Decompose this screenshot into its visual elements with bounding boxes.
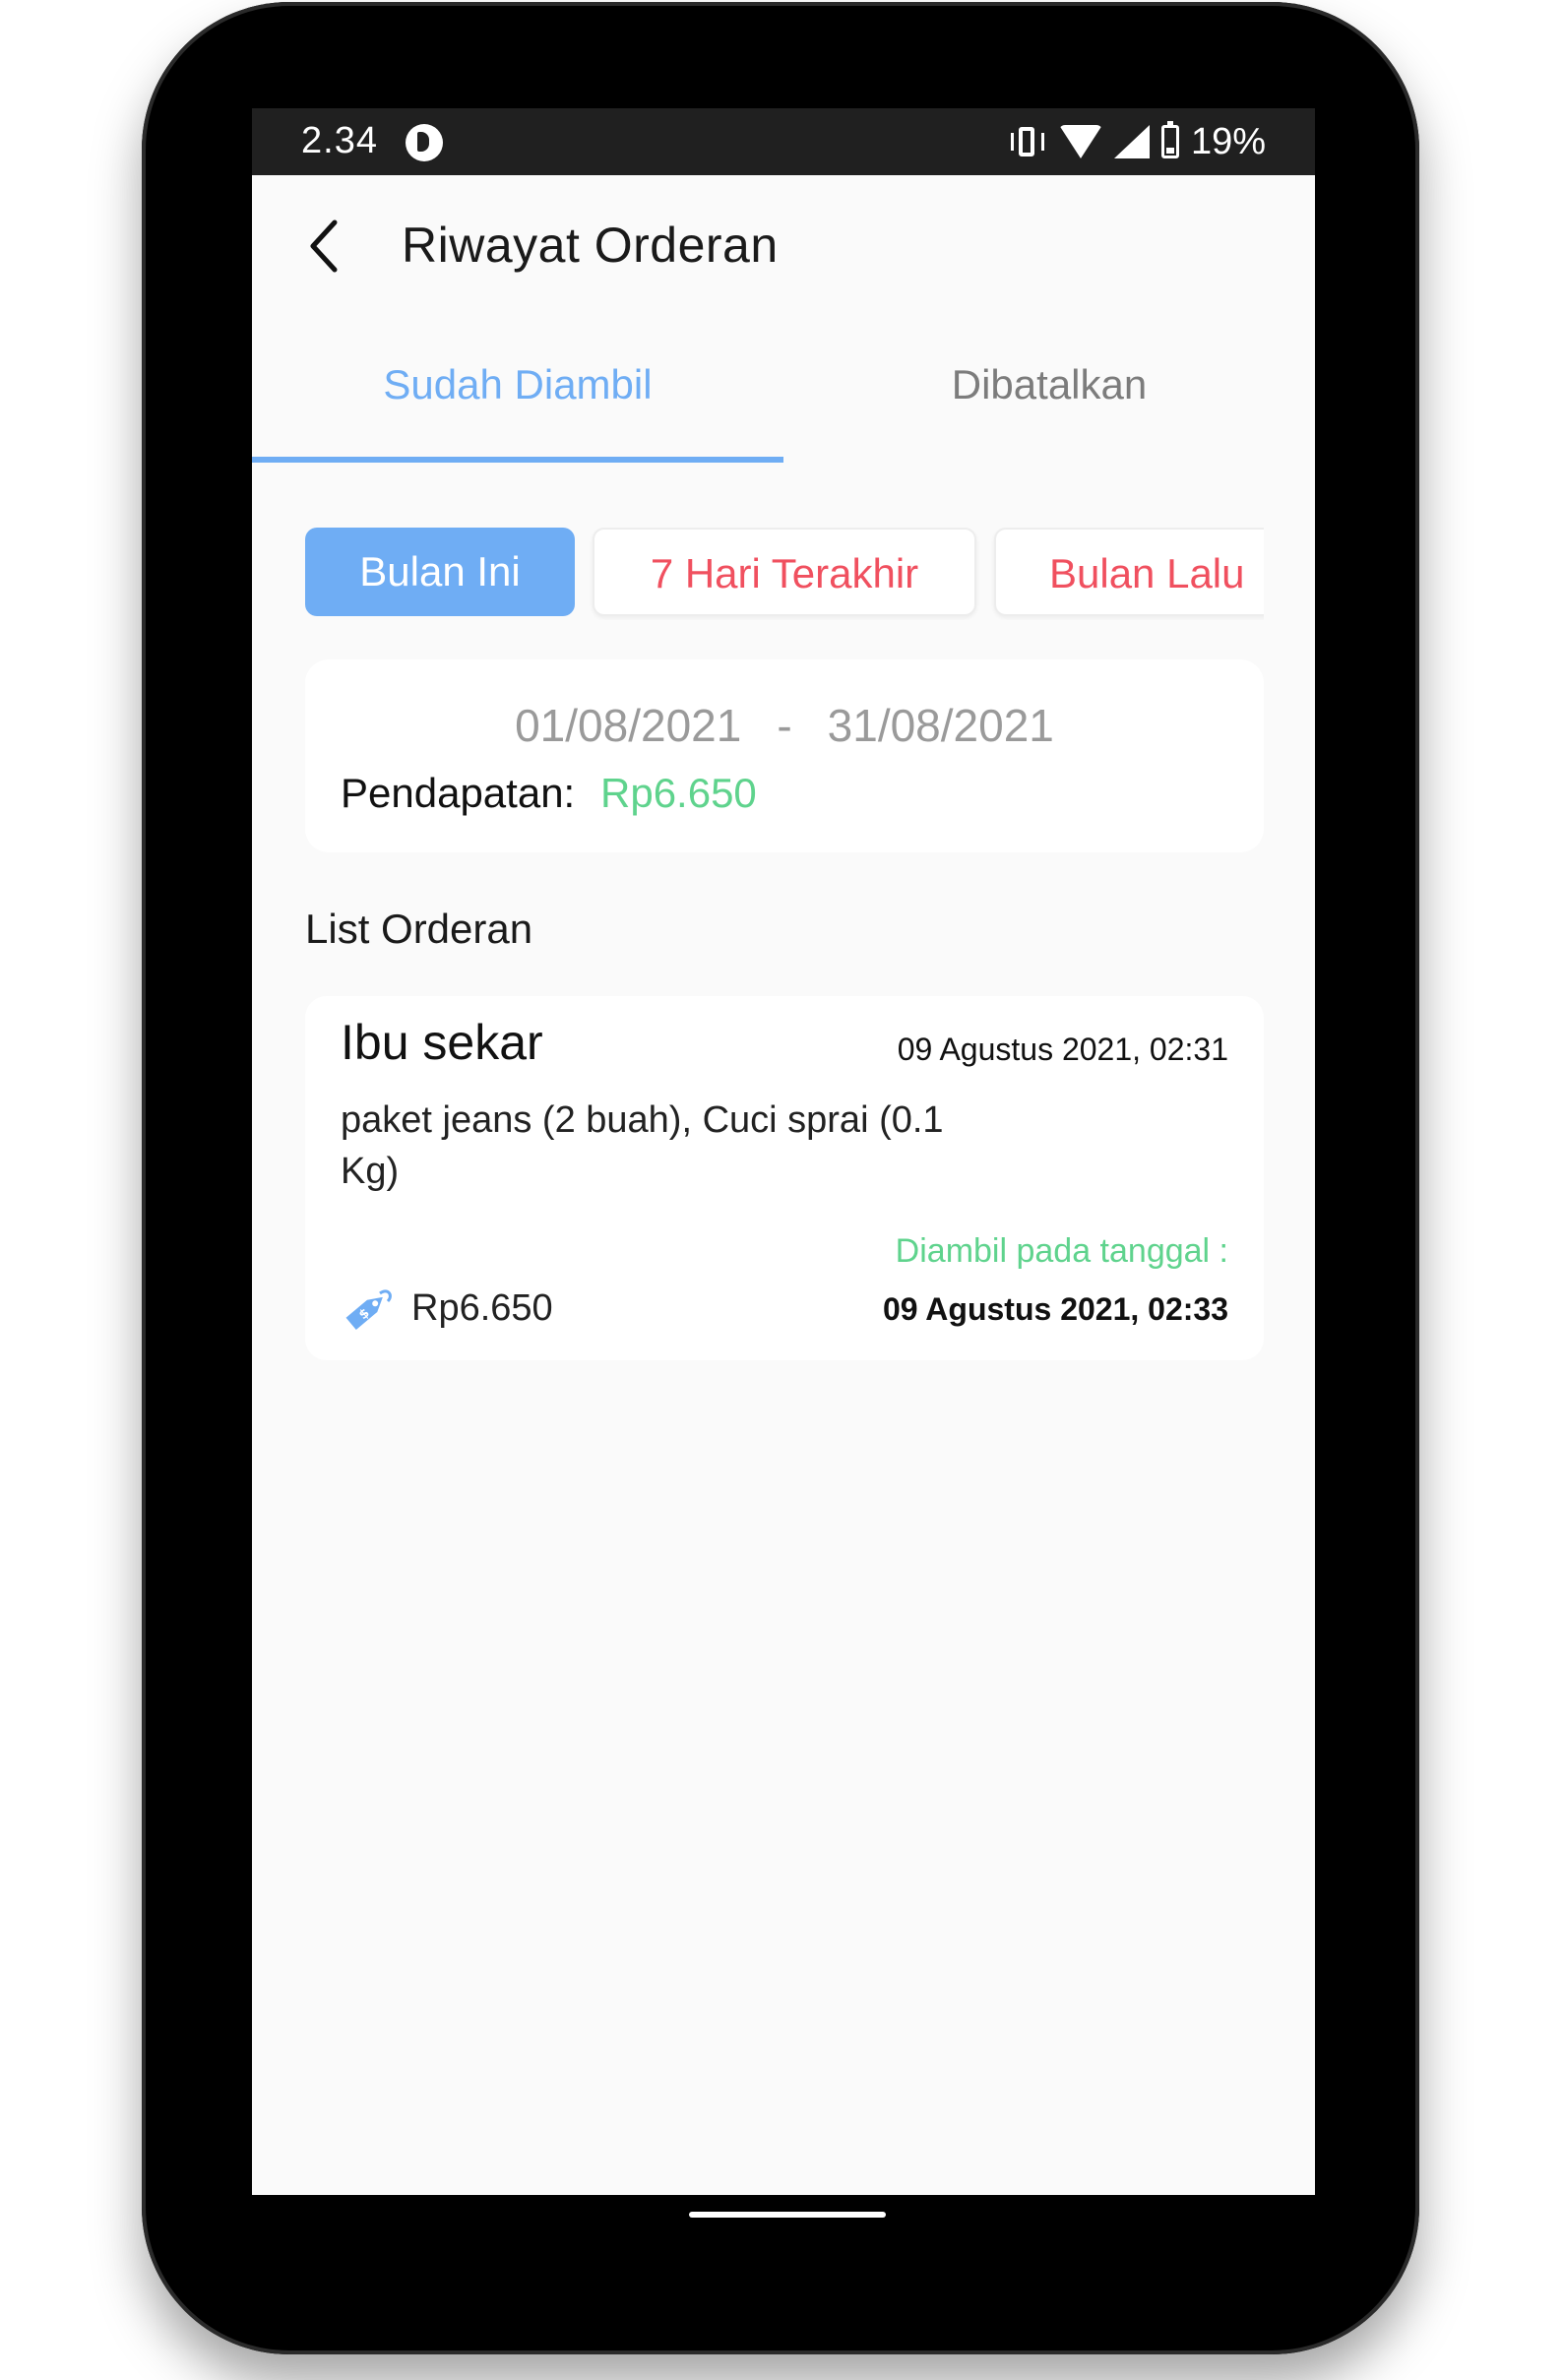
wifi-icon [1058, 125, 1102, 158]
signal-icon [1113, 125, 1150, 158]
tab-dibatalkan[interactable]: Dibatalkan [783, 335, 1315, 453]
status-bar: 2.34 19% [252, 108, 1315, 175]
home-indicator[interactable] [689, 2212, 886, 2218]
date-to: 31/08/2021 [827, 700, 1054, 751]
order-customer-name: Ibu sekar [341, 1015, 543, 1070]
battery-percentage: 19% [1190, 120, 1266, 162]
order-items: paket jeans (2 buah), Cuci sprai (0.1 Kg… [341, 1099, 944, 1192]
active-tab-indicator [252, 457, 783, 463]
order-list-title: List Orderan [305, 906, 533, 952]
order-date: 09 Agustus 2021, 02:31 [897, 1032, 1228, 1067]
app-notification-icon [406, 124, 443, 161]
app-screen: 2.34 19% Riwayat Orderan Sudah Diambil D… [252, 108, 1315, 2195]
vibrate-icon [1008, 127, 1047, 157]
status-icons: 19% [1008, 118, 1266, 165]
filter-bulan-lalu[interactable]: Bulan Lalu [994, 528, 1264, 616]
chevron-left-icon [310, 219, 338, 273]
taken-date: 09 Agustus 2021, 02:33 [883, 1291, 1228, 1327]
tab-sudah-diambil[interactable]: Sudah Diambil [252, 335, 783, 453]
order-price: Rp6.650 [411, 1287, 553, 1329]
period-filter-bar: Bulan Ini 7 Hari Terakhir Bulan Lalu [305, 528, 1264, 620]
filter-bulan-ini[interactable]: Bulan Ini [305, 528, 575, 616]
income-label: Pendapatan: [341, 770, 576, 816]
order-card[interactable]: Ibu sekar 09 Agustus 2021, 02:31 paket j… [305, 996, 1264, 1360]
income-summary-card: 01/08/2021-31/08/2021 Pendapatan: Rp6.65… [305, 659, 1264, 852]
battery-charging-icon [1160, 121, 1179, 158]
price-tag-icon: $ [345, 1289, 392, 1330]
filter-7-hari-terakhir[interactable]: 7 Hari Terakhir [593, 528, 976, 616]
page-title: Riwayat Orderan [402, 218, 779, 273]
taken-label: Diambil pada tanggal : [895, 1232, 1228, 1270]
date-range: 01/08/2021-31/08/2021 [305, 699, 1264, 752]
income-value: Rp6.650 [600, 770, 757, 816]
tab-bar: Sudah Diambil Dibatalkan [252, 335, 1315, 453]
status-time: 2.34 [301, 120, 378, 161]
date-separator: - [777, 700, 792, 751]
date-from: 01/08/2021 [515, 700, 742, 751]
back-button[interactable] [291, 207, 360, 285]
